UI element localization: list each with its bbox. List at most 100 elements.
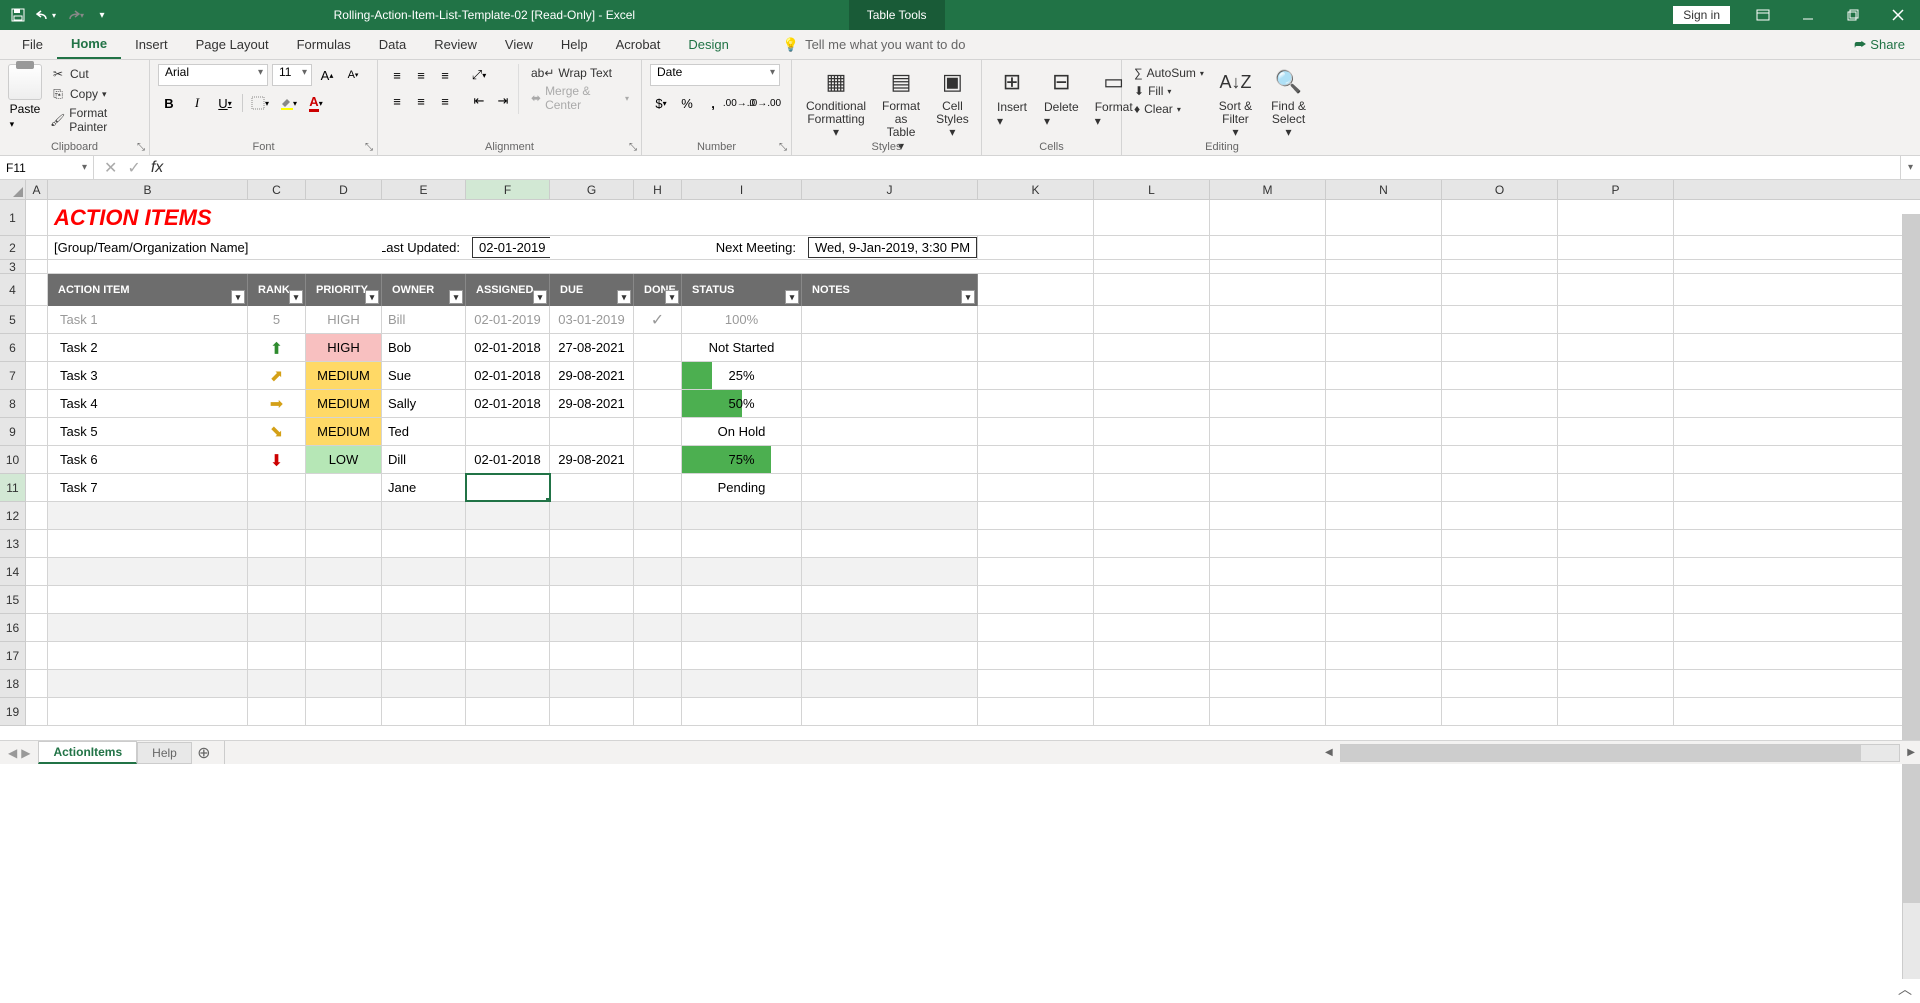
cells-area[interactable]: ACTION ITEMS[Group/Team/Organization Nam… xyxy=(26,200,1920,726)
font-color-button[interactable]: A▾ xyxy=(305,92,327,114)
cell[interactable] xyxy=(48,260,248,273)
cell[interactable]: Bill xyxy=(382,306,466,333)
cell[interactable] xyxy=(248,260,306,273)
accounting-format-icon[interactable]: $▾ xyxy=(650,92,672,114)
filter-dropdown-icon[interactable]: ▾ xyxy=(961,290,975,304)
sheet-nav[interactable]: ◀▶ xyxy=(0,746,38,760)
paste-button[interactable]: Paste▾ xyxy=(8,64,42,130)
cell[interactable] xyxy=(1210,200,1326,235)
cell[interactable] xyxy=(1442,334,1558,361)
cell[interactable] xyxy=(1326,474,1442,501)
cell[interactable] xyxy=(26,502,48,529)
cell[interactable] xyxy=(1094,390,1210,417)
cell[interactable]: 02-01-2019 xyxy=(466,236,550,259)
cell[interactable] xyxy=(550,614,634,641)
cell[interactable]: 29-08-2021 xyxy=(550,362,634,389)
cell[interactable] xyxy=(1326,390,1442,417)
cell[interactable] xyxy=(1558,306,1674,333)
cell[interactable] xyxy=(466,670,550,697)
cell[interactable] xyxy=(634,474,682,501)
cell[interactable] xyxy=(26,558,48,585)
filter-dropdown-icon[interactable]: ▾ xyxy=(533,290,547,304)
align-middle-icon[interactable]: ≡ xyxy=(410,64,432,86)
cell[interactable] xyxy=(26,418,48,445)
cell[interactable] xyxy=(306,586,382,613)
cell[interactable] xyxy=(1326,670,1442,697)
cell[interactable] xyxy=(1558,446,1674,473)
cell[interactable] xyxy=(382,614,466,641)
fx-icon[interactable]: fx xyxy=(151,159,163,177)
cell[interactable] xyxy=(978,274,1094,305)
select-all-corner[interactable] xyxy=(0,180,26,199)
filter-dropdown-icon[interactable]: ▾ xyxy=(617,290,631,304)
align-right-icon[interactable]: ≡ xyxy=(434,90,456,112)
row-header[interactable]: 6 xyxy=(0,334,26,362)
cell[interactable] xyxy=(1094,334,1210,361)
cell[interactable] xyxy=(634,200,682,235)
cell[interactable] xyxy=(1442,698,1558,725)
cell[interactable] xyxy=(550,260,634,273)
cut-button[interactable]: ✂Cut xyxy=(46,64,141,84)
percent-format-icon[interactable]: % xyxy=(676,92,698,114)
cell[interactable] xyxy=(682,698,802,725)
cell[interactable]: 29-08-2021 xyxy=(550,446,634,473)
col-header[interactable]: O xyxy=(1442,180,1558,199)
cell[interactable] xyxy=(26,306,48,333)
alignment-launcher-icon[interactable]: ⤡ xyxy=(629,142,637,153)
cancel-formula-icon[interactable]: ✕ xyxy=(104,158,117,178)
cell[interactable] xyxy=(248,586,306,613)
cell[interactable] xyxy=(466,698,550,725)
cell[interactable] xyxy=(1442,306,1558,333)
cell[interactable] xyxy=(802,446,978,473)
table-tools-tab[interactable]: Table Tools xyxy=(849,0,945,30)
cell[interactable] xyxy=(382,698,466,725)
cell[interactable] xyxy=(550,474,634,501)
cell[interactable] xyxy=(1558,502,1674,529)
fill-button[interactable]: ⬇ Fill ▾ xyxy=(1130,82,1208,100)
cell[interactable] xyxy=(248,474,306,501)
cell[interactable] xyxy=(1210,334,1326,361)
cell[interactable] xyxy=(1326,642,1442,669)
cell[interactable] xyxy=(306,502,382,529)
cell[interactable] xyxy=(978,502,1094,529)
tab-design[interactable]: Design xyxy=(674,31,742,58)
cell[interactable] xyxy=(634,362,682,389)
cell[interactable] xyxy=(1094,530,1210,557)
copy-button[interactable]: ⎘Copy ▾ xyxy=(46,84,141,104)
cell[interactable] xyxy=(550,642,634,669)
cell[interactable] xyxy=(26,614,48,641)
row-header[interactable]: 19 xyxy=(0,698,26,726)
merge-center-button[interactable]: ⬌ Merge & Center ▾ xyxy=(527,82,633,114)
cell[interactable] xyxy=(634,586,682,613)
cell[interactable] xyxy=(1558,614,1674,641)
cell[interactable]: ➡ xyxy=(248,418,306,445)
cell[interactable] xyxy=(802,558,978,585)
cell[interactable] xyxy=(634,614,682,641)
row-header[interactable]: 12 xyxy=(0,502,26,530)
cell[interactable] xyxy=(382,558,466,585)
find-select-button[interactable]: 🔍Find & Select ▾ xyxy=(1263,64,1314,142)
cell[interactable] xyxy=(802,502,978,529)
cell[interactable] xyxy=(682,502,802,529)
save-icon[interactable] xyxy=(8,5,28,25)
cell[interactable] xyxy=(26,670,48,697)
cell[interactable] xyxy=(634,530,682,557)
cell[interactable]: Last Updated: xyxy=(382,236,466,259)
cell[interactable]: Bob xyxy=(382,334,466,361)
cell[interactable] xyxy=(1094,670,1210,697)
orientation-icon[interactable]: ⤢▾ xyxy=(468,64,490,86)
cell[interactable] xyxy=(1094,362,1210,389)
align-bottom-icon[interactable]: ≡ xyxy=(434,64,456,86)
cell[interactable]: ➡ xyxy=(248,446,306,473)
cell[interactable] xyxy=(1210,474,1326,501)
cell[interactable] xyxy=(978,236,1094,259)
cell[interactable] xyxy=(382,586,466,613)
cell[interactable] xyxy=(1210,642,1326,669)
cell[interactable] xyxy=(978,306,1094,333)
cell[interactable] xyxy=(1558,698,1674,725)
cell[interactable]: ➡ xyxy=(248,362,306,389)
cell[interactable]: 75% xyxy=(682,446,802,473)
cell[interactable] xyxy=(1094,642,1210,669)
cell[interactable]: DONE▾ xyxy=(634,274,682,306)
cell[interactable]: 100% xyxy=(682,306,802,333)
